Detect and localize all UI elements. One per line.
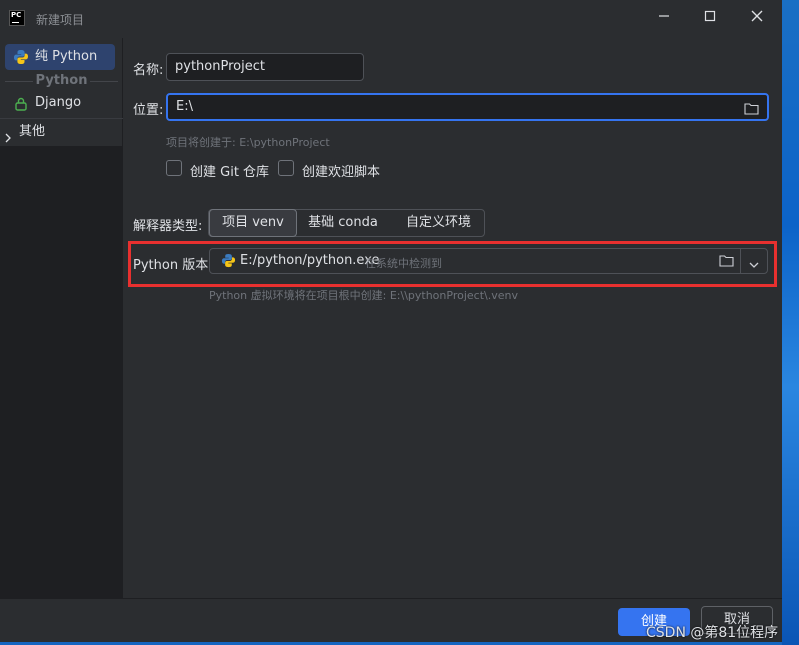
tab-custom-env[interactable]: 自定义环境 (391, 209, 486, 237)
git-checkbox-label: 创建 Git 仓库 (190, 165, 270, 180)
folder-icon[interactable] (744, 100, 759, 124)
location-value: E:\ (176, 99, 193, 114)
window-title: 新建项目 (36, 13, 85, 27)
new-project-dialog: PC 新建项目 纯 Python Python Django 其他 名称: py… (0, 0, 782, 645)
sidebar-item-other[interactable]: 其他 (0, 119, 110, 145)
location-label: 位置: (133, 103, 164, 118)
sidebar-item-label: Django (35, 95, 82, 110)
git-checkbox[interactable] (166, 160, 182, 176)
interpreter-type-segmented: 项目 venv 基础 conda 自定义环境 (208, 209, 485, 237)
project-type-sidebar: 纯 Python Python Django 其他 (0, 38, 123, 598)
sidebar-item-django[interactable]: Django (5, 90, 115, 116)
venv-location-hint: Python 虚拟环境将在项目根中创建: E:\\pythonProject\.… (209, 289, 518, 302)
tab-project-venv[interactable]: 项目 venv (209, 209, 297, 237)
pycharm-logo-icon: PC (9, 10, 25, 26)
maximize-icon[interactable] (700, 8, 720, 28)
name-label: 名称: (133, 63, 164, 78)
sidebar-item-label: 纯 Python (35, 49, 98, 64)
close-icon[interactable] (747, 8, 767, 28)
title-bar: PC 新建项目 (0, 0, 782, 38)
welcome-script-checkbox[interactable] (278, 160, 294, 176)
python-icon (13, 49, 29, 75)
sidebar-item-label: 其他 (19, 124, 46, 139)
location-input[interactable]: E:\ (166, 93, 769, 121)
welcome-script-checkbox-label: 创建欢迎脚本 (302, 165, 381, 180)
name-input[interactable]: pythonProject (166, 53, 364, 81)
desktop-background (782, 0, 799, 645)
minimize-icon[interactable] (654, 8, 674, 28)
sidebar-group-python: Python (0, 73, 123, 88)
location-hint: 项目将创建于: E:\pythonProject (166, 136, 330, 149)
interpreter-type-label: 解释器类型: (133, 219, 203, 234)
sidebar-empty-area (0, 146, 123, 598)
sidebar-item-pure-python[interactable]: 纯 Python (5, 44, 115, 70)
highlight-annotation-box (128, 241, 777, 287)
tab-base-conda[interactable]: 基础 conda (299, 209, 387, 237)
